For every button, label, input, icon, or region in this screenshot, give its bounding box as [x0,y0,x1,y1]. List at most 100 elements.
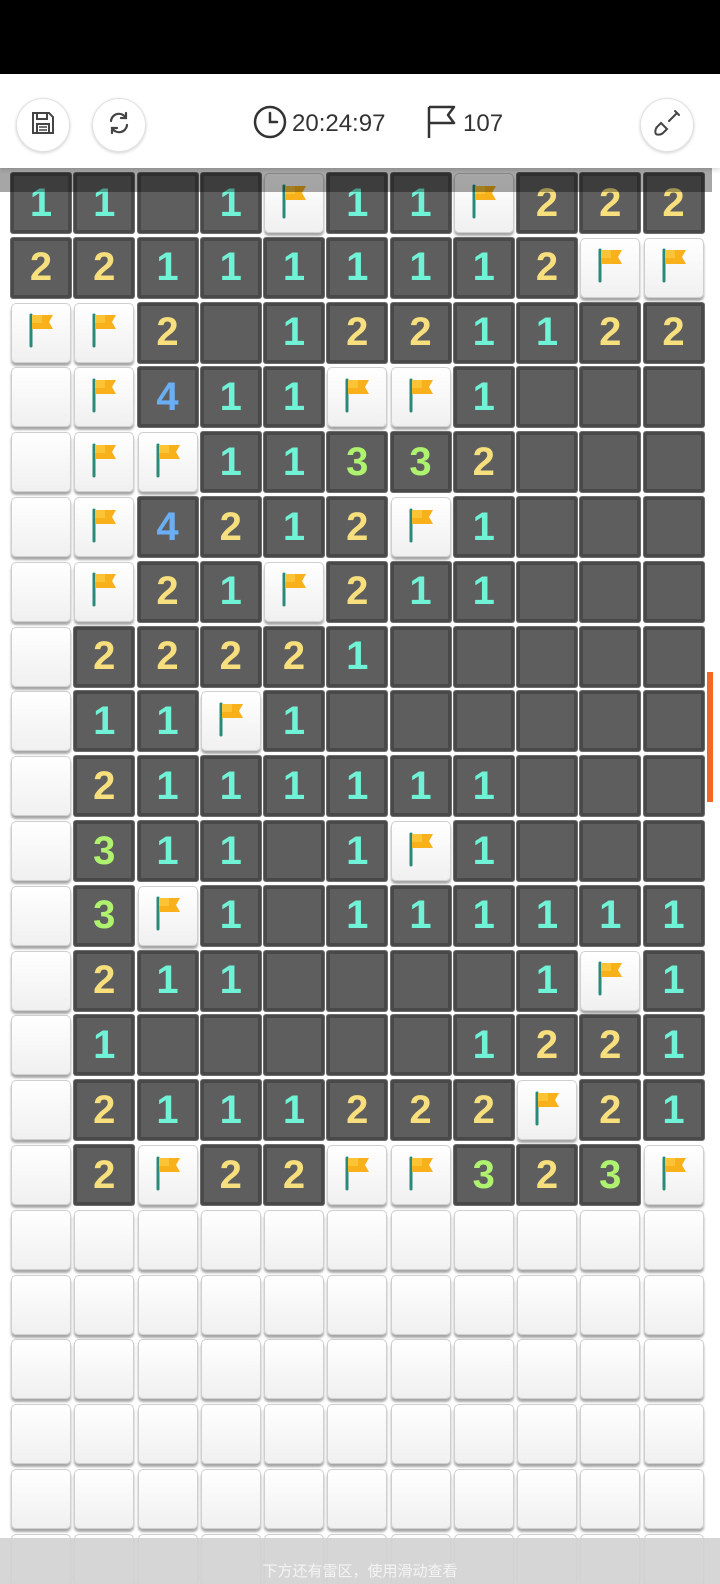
revealed-empty-cell[interactable] [390,691,451,752]
number-cell[interactable]: 1 [517,302,577,363]
flagged-cell[interactable] [137,885,198,946]
hidden-cell[interactable] [11,497,71,557]
revealed-empty-cell[interactable] [453,691,514,752]
number-cell[interactable]: 2 [580,1015,641,1076]
number-cell[interactable]: 1 [264,756,324,817]
flagged-cell[interactable] [643,1145,704,1205]
number-cell[interactable]: 1 [200,237,261,298]
number-cell[interactable]: 1 [453,1015,514,1076]
number-cell[interactable]: 1 [453,367,514,428]
flagged-cell[interactable] [74,432,135,493]
number-cell[interactable]: 2 [390,1080,451,1141]
revealed-empty-cell[interactable] [517,756,577,817]
revealed-empty-cell[interactable] [580,756,641,817]
hidden-cell[interactable] [200,1404,261,1465]
tool-button[interactable] [640,98,694,152]
revealed-empty-cell[interactable] [580,367,641,428]
revealed-empty-cell[interactable] [200,1015,261,1076]
number-cell[interactable]: 1 [264,237,324,298]
number-cell[interactable]: 1 [200,1080,261,1141]
hidden-cell[interactable] [11,432,71,493]
number-cell[interactable]: 1 [327,756,388,817]
number-cell[interactable]: 3 [74,821,135,881]
hidden-cell[interactable] [264,1339,324,1400]
revealed-empty-cell[interactable] [453,950,514,1011]
hidden-cell[interactable] [11,1469,71,1529]
number-cell[interactable]: 2 [264,1145,324,1205]
flagged-cell[interactable] [200,691,261,752]
hidden-cell[interactable] [137,1274,198,1335]
number-cell[interactable]: 1 [264,302,324,363]
number-cell[interactable]: 1 [643,885,704,946]
number-cell[interactable]: 1 [137,756,198,817]
revealed-empty-cell[interactable] [517,561,577,622]
flagged-cell[interactable] [137,432,198,493]
hidden-cell[interactable] [137,1469,198,1529]
hidden-cell[interactable] [11,1274,71,1335]
revealed-empty-cell[interactable] [643,626,704,687]
revealed-empty-cell[interactable] [580,626,641,687]
revealed-empty-cell[interactable] [517,626,577,687]
number-cell[interactable]: 3 [327,432,388,493]
number-cell[interactable]: 1 [74,1015,135,1076]
revealed-empty-cell[interactable] [643,691,704,752]
revealed-empty-cell[interactable] [643,432,704,493]
hidden-cell[interactable] [390,1339,451,1400]
hidden-cell[interactable] [643,1209,704,1270]
hidden-cell[interactable] [11,1015,71,1076]
revealed-empty-cell[interactable] [327,1015,388,1076]
number-cell[interactable]: 1 [327,821,388,881]
flagged-cell[interactable] [137,1145,198,1205]
hidden-cell[interactable] [580,1209,641,1270]
number-cell[interactable]: 2 [137,561,198,622]
number-cell[interactable]: 1 [200,821,261,881]
hidden-cell[interactable] [517,1339,577,1400]
flagged-cell[interactable] [390,821,451,881]
revealed-empty-cell[interactable] [580,561,641,622]
flagged-cell[interactable] [327,367,388,428]
hidden-cell[interactable] [390,1274,451,1335]
revealed-empty-cell[interactable] [264,1015,324,1076]
revealed-empty-cell[interactable] [643,367,704,428]
number-cell[interactable]: 2 [327,1080,388,1141]
number-cell[interactable]: 1 [327,626,388,687]
hidden-cell[interactable] [74,1209,135,1270]
number-cell[interactable]: 1 [137,691,198,752]
hidden-cell[interactable] [11,691,71,752]
hidden-cell[interactable] [11,950,71,1011]
hidden-cell[interactable] [453,1469,514,1529]
hidden-cell[interactable] [390,1469,451,1529]
number-cell[interactable]: 1 [643,950,704,1011]
save-button[interactable] [16,98,70,152]
number-cell[interactable]: 1 [200,885,261,946]
number-cell[interactable]: 1 [390,237,451,298]
number-cell[interactable]: 3 [453,1145,514,1205]
number-cell[interactable]: 1 [264,367,324,428]
revealed-empty-cell[interactable] [517,821,577,881]
revealed-empty-cell[interactable] [517,432,577,493]
hidden-cell[interactable] [264,1469,324,1529]
flagged-cell[interactable] [390,367,451,428]
number-cell[interactable]: 2 [74,756,135,817]
number-cell[interactable]: 1 [137,950,198,1011]
number-cell[interactable]: 1 [264,432,324,493]
hidden-cell[interactable] [11,1145,71,1205]
number-cell[interactable]: 2 [137,626,198,687]
hidden-cell[interactable] [11,1339,71,1400]
number-cell[interactable]: 2 [643,302,704,363]
number-cell[interactable]: 1 [643,1015,704,1076]
number-cell[interactable]: 1 [200,561,261,622]
flagged-cell[interactable] [74,302,135,363]
number-cell[interactable]: 1 [327,237,388,298]
number-cell[interactable]: 1 [517,885,577,946]
hidden-cell[interactable] [74,1404,135,1465]
number-cell[interactable]: 2 [390,302,451,363]
hidden-cell[interactable] [137,1209,198,1270]
number-cell[interactable]: 2 [517,1145,577,1205]
revealed-empty-cell[interactable] [453,626,514,687]
number-cell[interactable]: 1 [137,1080,198,1141]
hidden-cell[interactable] [11,756,71,817]
revealed-empty-cell[interactable] [390,1015,451,1076]
flagged-cell[interactable] [327,1145,388,1205]
hidden-cell[interactable] [264,1404,324,1465]
